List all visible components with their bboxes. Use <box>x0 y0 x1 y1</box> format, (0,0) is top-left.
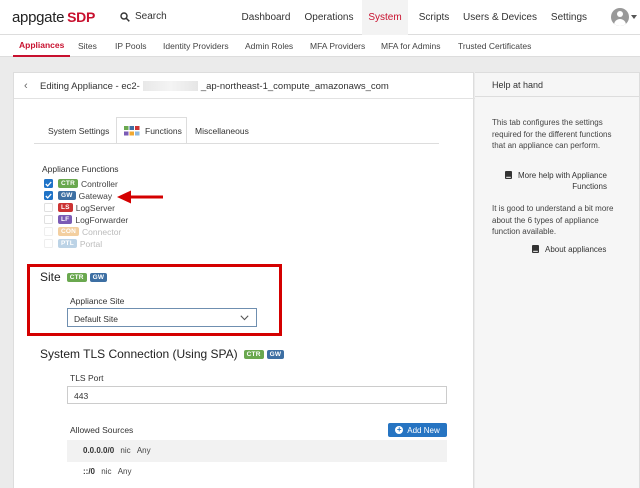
checkbox-checked-icon[interactable] <box>44 191 53 200</box>
source-nic: nic <box>120 446 131 455</box>
function-label: Connector <box>82 226 122 237</box>
help-heading: Help at hand <box>475 73 639 97</box>
appliance-site-label: Appliance Site <box>70 296 125 306</box>
function-logforwarder[interactable]: LF LogForwarder <box>44 214 128 225</box>
checkbox-unchecked-icon[interactable] <box>44 215 53 224</box>
editor-header: ‹ Editing Appliance - ec2- _ap-northeast-… <box>14 73 475 99</box>
subnav-admin-roles[interactable]: Admin Roles <box>245 35 293 57</box>
badge-ctr: CTR <box>243 349 264 359</box>
function-logserver[interactable]: LS LogServer <box>44 202 115 213</box>
checkbox-disabled-icon <box>44 227 53 236</box>
function-connector: CON Connector <box>44 226 121 237</box>
subnav-identity-providers[interactable]: Identity Providers <box>163 35 229 57</box>
nav-users-devices[interactable]: Users & Devices <box>460 0 540 35</box>
tab-system-settings[interactable]: System Settings <box>48 117 109 144</box>
tabs-divider <box>34 143 439 144</box>
editor-title: Editing Appliance - ec2- _ap-northeast-1_… <box>40 81 389 92</box>
function-gateway[interactable]: GW Gateway <box>44 190 112 201</box>
book-icon <box>532 245 539 253</box>
subnav-ip-pools[interactable]: IP Pools <box>115 35 147 57</box>
subnav-sites[interactable]: Sites <box>78 35 97 57</box>
search-icon <box>120 11 130 22</box>
subnav-appliances[interactable]: Appliances <box>13 35 71 57</box>
source-row[interactable]: ::/0 nic Any <box>67 461 447 483</box>
subnav-trusted-certificates[interactable]: Trusted Certificates <box>458 35 531 57</box>
help-link-appliance-functions[interactable]: More help with Appliance Functions <box>505 170 610 192</box>
back-chevron-icon[interactable]: ‹ <box>24 80 28 92</box>
plus-circle-icon: + <box>395 425 404 434</box>
search-button[interactable]: Search <box>120 11 167 22</box>
source-any: Any <box>136 446 151 455</box>
tab-functions[interactable]: Functions <box>116 117 187 144</box>
function-controller[interactable]: CTR Controller <box>44 178 118 189</box>
source-nic: nic <box>101 467 112 476</box>
badge-con: CON <box>58 227 80 236</box>
chevron-down-icon <box>240 315 249 321</box>
nav-dashboard[interactable]: Dashboard <box>236 0 296 35</box>
function-label: LogServer <box>75 202 115 213</box>
add-new-button[interactable]: + Add New <box>388 423 447 437</box>
badge-gw: GW <box>58 191 76 200</box>
badge-lf: LF <box>58 215 73 224</box>
tls-heading: System TLS Connection (Using SPA) CTR GW <box>40 347 287 361</box>
function-portal: PTL Portal <box>44 238 102 249</box>
user-avatar-icon[interactable] <box>611 8 629 26</box>
tls-port-label: TLS Port <box>70 373 104 383</box>
redacted-block <box>142 81 198 92</box>
badge-ctr: CTR <box>66 272 87 282</box>
allowed-sources-label: Allowed Sources <box>70 425 134 435</box>
sub-navigation-bar: Appliances Sites IP Pools Identity Provi… <box>0 35 640 57</box>
function-label: Gateway <box>78 190 113 201</box>
badge-ptl: PTL <box>58 239 77 248</box>
user-menu-chevron-icon[interactable] <box>631 15 637 19</box>
functions-grid-icon <box>124 125 140 135</box>
function-label: Controller <box>80 178 118 189</box>
source-row[interactable]: 0.0.0.0/0 nic Any <box>67 440 447 462</box>
nav-system[interactable]: System <box>362 0 408 35</box>
tls-port-input[interactable]: 443 <box>67 386 447 404</box>
subnav-mfa-providers[interactable]: MFA Providers <box>310 35 365 57</box>
badge-gw: GW <box>89 272 108 282</box>
checkbox-disabled-icon <box>44 239 53 248</box>
book-icon <box>505 171 512 179</box>
badge-ctr: CTR <box>58 179 78 188</box>
red-arrow-annotation <box>117 190 163 204</box>
nav-settings[interactable]: Settings <box>544 0 594 35</box>
appliance-functions-heading: Appliance Functions <box>42 164 119 174</box>
site-heading: Site CTR GW <box>40 270 110 284</box>
checkbox-unchecked-icon[interactable] <box>44 203 53 212</box>
help-panel: Help at hand This tab configures the set… <box>475 72 640 488</box>
nav-operations[interactable]: Operations <box>298 0 360 35</box>
tab-miscellaneous[interactable]: Miscellaneous <box>195 117 249 144</box>
source-any: Any <box>117 467 132 476</box>
subnav-mfa-for-admins[interactable]: MFA for Admins <box>381 35 441 57</box>
badge-ls: LS <box>58 203 73 212</box>
badge-gw: GW <box>266 349 285 359</box>
brand-logo[interactable]: appgate SDP <box>12 9 95 26</box>
function-label: LogForwarder <box>75 214 129 225</box>
help-link-about-appliances[interactable]: About appliances <box>532 244 627 255</box>
source-address: 0.0.0.0/0 <box>83 446 115 455</box>
source-address: ::/0 <box>83 467 95 476</box>
top-navigation-bar: appgate SDP Search Dashboard Operations S… <box>0 0 640 35</box>
checkbox-checked-icon[interactable] <box>44 179 53 188</box>
appliance-site-select[interactable]: Default Site <box>67 308 257 327</box>
search-label: Search <box>135 11 167 22</box>
function-label: Portal <box>79 238 103 249</box>
nav-scripts[interactable]: Scripts <box>410 0 458 35</box>
help-paragraph-types: It is good to understand a bit more abou… <box>492 204 614 236</box>
help-paragraph-functions: This tab configures the settings require… <box>492 118 612 150</box>
